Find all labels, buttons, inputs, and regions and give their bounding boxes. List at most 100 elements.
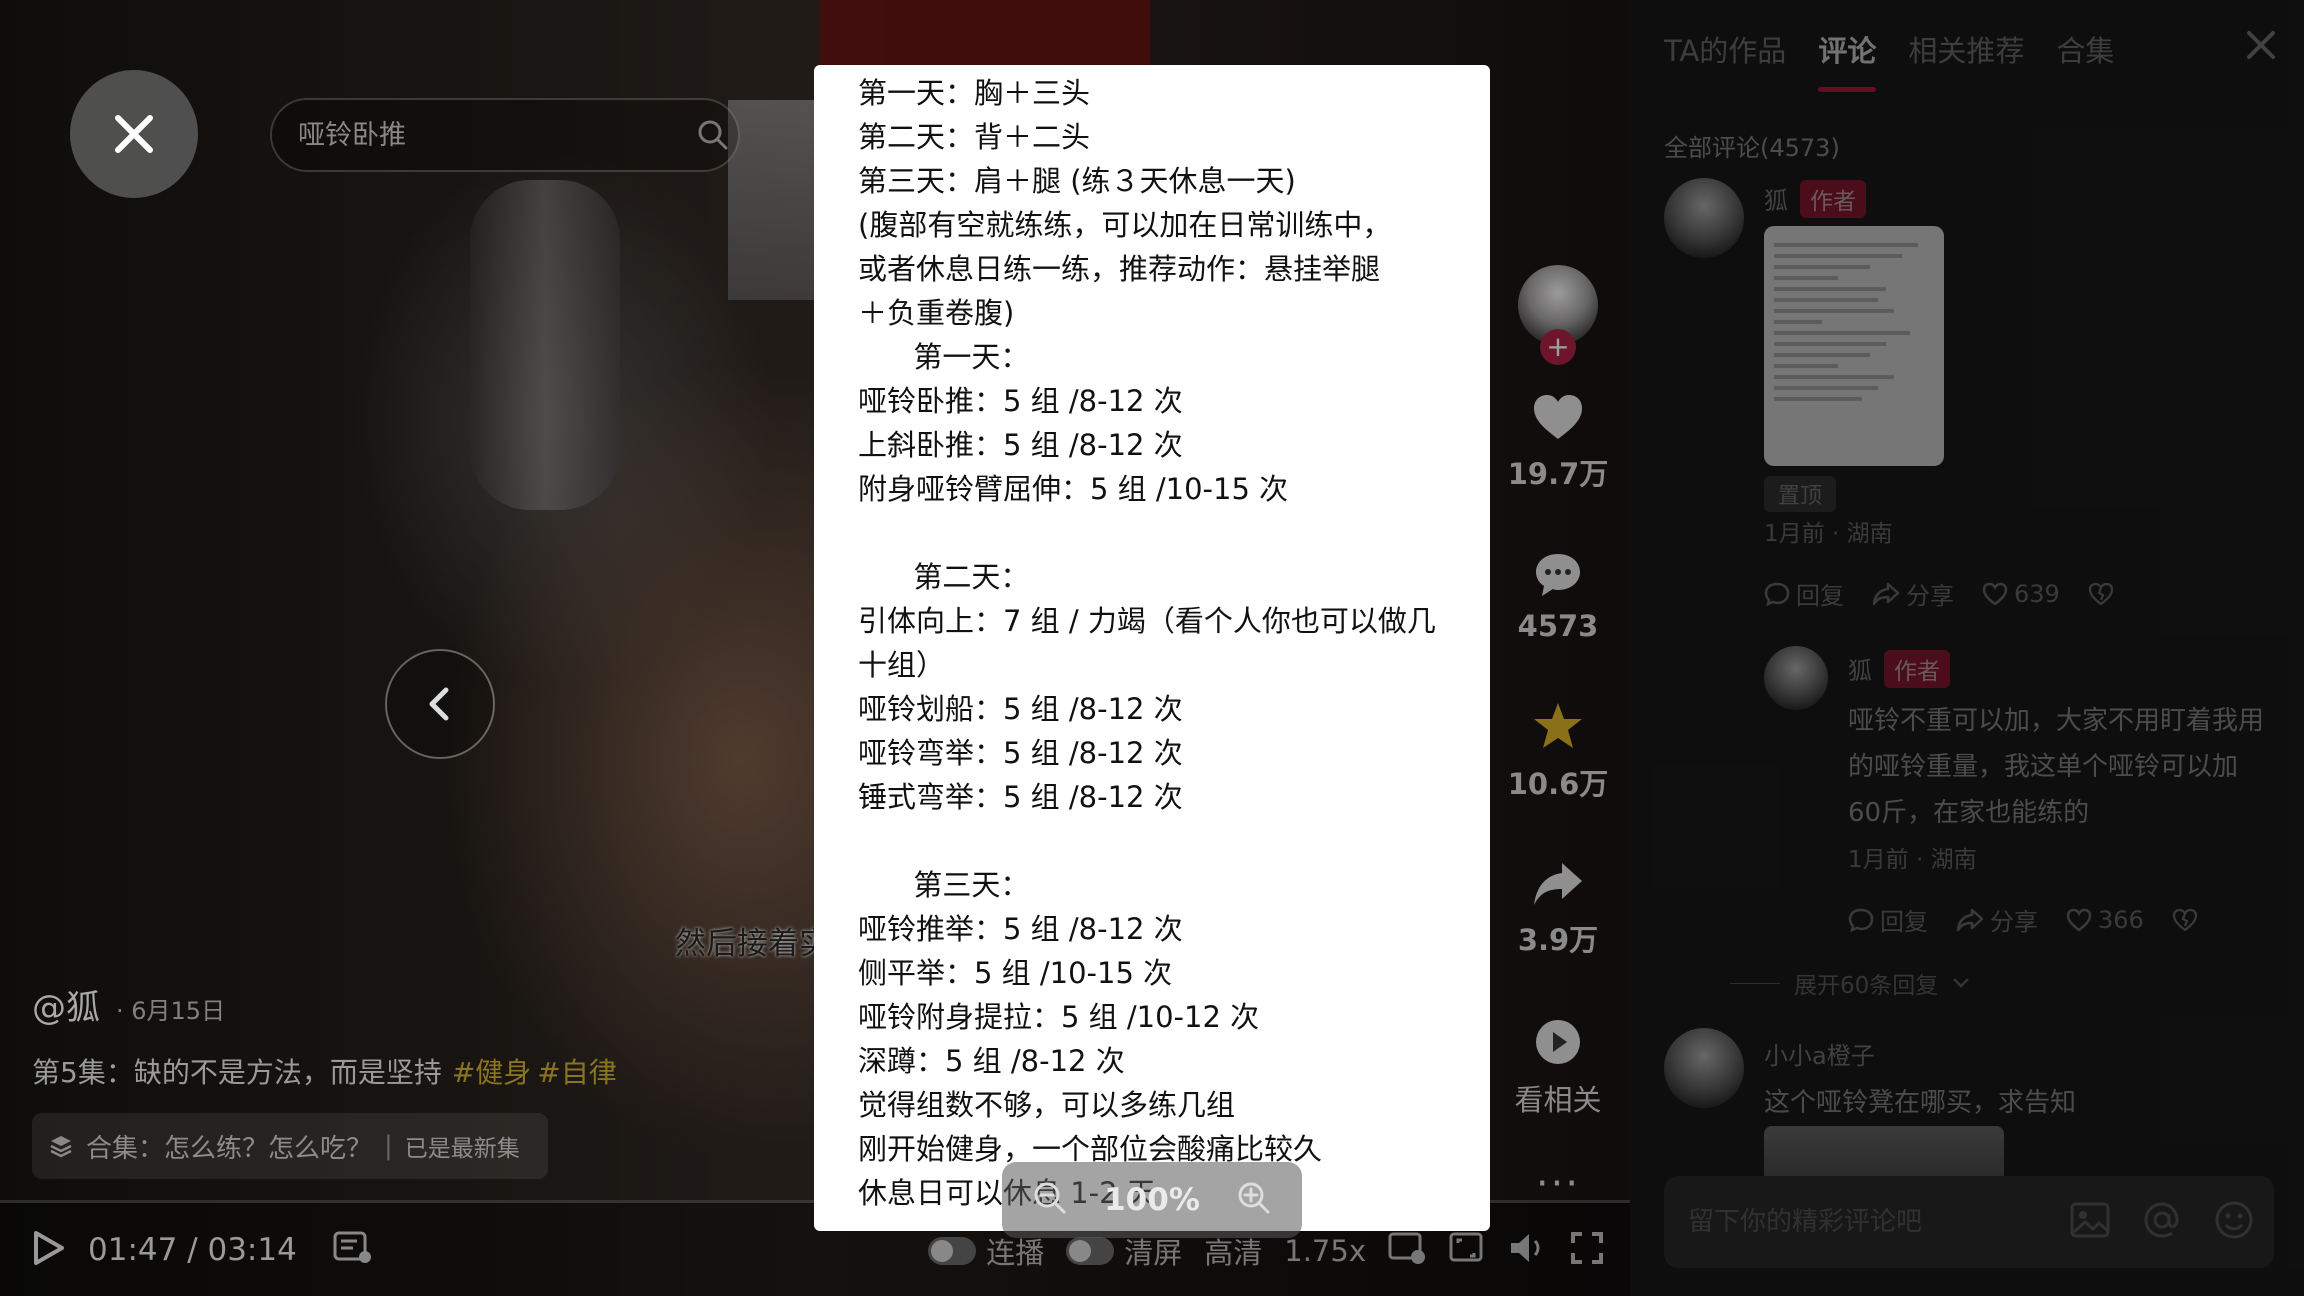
comment-image[interactable] [1764, 226, 1944, 466]
viewer-text-line: 引体向上：7 组 / 力竭（看个人你也可以做几 [858, 604, 1436, 638]
fullscreen-button[interactable] [1570, 1231, 1604, 1272]
image-icon [2070, 1202, 2110, 1238]
viewer-text-line: (腹部有空就练练，可以加在日常训练中， [858, 208, 1392, 242]
zoom-level: 100% [1104, 1182, 1200, 1218]
speed-selector[interactable]: 1.75x [1284, 1234, 1366, 1268]
hashtag[interactable]: #健身 [452, 1056, 531, 1089]
commenter-name[interactable]: 狐作者 [1764, 180, 1866, 218]
zoom-out-button[interactable] [1032, 1180, 1068, 1220]
viewer-text-line: 哑铃附身提拉：5 组 /10-12 次 [858, 1000, 1260, 1034]
dislike-icon [2088, 582, 2113, 605]
author-avatar[interactable]: + [1518, 265, 1598, 365]
search-bar[interactable] [270, 98, 740, 172]
divider [1730, 982, 1780, 984]
share-icon [1956, 908, 1984, 931]
close-panel-button[interactable] [2246, 30, 2276, 64]
post-date: · 6月15日 [116, 997, 226, 1025]
viewer-text-line: 哑铃弯举：5 组 /8-12 次 [858, 736, 1183, 770]
comment-count: 4573 [1517, 609, 1599, 643]
related-button[interactable]: 看相关 [1514, 1017, 1602, 1119]
author-name[interactable]: @狐 [32, 980, 100, 1029]
tab-works[interactable]: TA的作品 [1664, 28, 1786, 92]
toggle-switch[interactable] [928, 1237, 977, 1265]
viewer-text-line: 第一天：胸＋三头 [858, 76, 1091, 110]
fullscreen-icon [1571, 1231, 1603, 1264]
reply-button[interactable]: 回复 [1764, 576, 1844, 611]
heart-icon [1982, 582, 2008, 606]
tab-collection[interactable]: 合集 [2056, 28, 2114, 92]
favorite-button[interactable]: 10.6万 [1507, 701, 1609, 803]
search-input[interactable] [298, 119, 658, 151]
commenter-avatar[interactable] [1664, 178, 1744, 258]
commenter-avatar[interactable] [1764, 646, 1828, 710]
share-count: 3.9万 [1517, 923, 1599, 957]
like-button[interactable]: 19.7万 [1507, 393, 1609, 493]
commenter-name[interactable]: 小小a橙子 [1764, 1036, 1875, 1071]
side-panel: TA的作品 评论 相关推荐 合集 全部评论(4573) 狐作者 置顶 1月前 ·… [1630, 0, 2304, 1296]
comment-text: 哑铃不重可以加，大家不用盯着我用的哑铃重量，我这单个哑铃可以加60斤，在家也能练… [1848, 706, 2265, 828]
image-upload-button[interactable] [2068, 1198, 2112, 1246]
comment-icon [1536, 554, 1580, 596]
collection-status: 已是最新集 [404, 1136, 520, 1162]
commenter-name[interactable]: 狐作者 [1848, 650, 1950, 688]
comment-dislike-button[interactable] [2172, 908, 2198, 932]
tab-recommendations[interactable]: 相关推荐 [1908, 28, 2024, 92]
close-viewer-button[interactable] [70, 70, 198, 198]
close-icon [115, 115, 153, 153]
viewer-text-line: 附身哑铃臂屈伸：5 组 /10-15 次 [858, 472, 1289, 506]
image-viewer[interactable]: 第一天：胸＋三头 第二天：背＋二头 第三天：肩＋腿 (练３天休息一天) (腹部有空就练… [814, 65, 1490, 1231]
play-icon [34, 1230, 64, 1265]
danmaku-toggle[interactable] [333, 1231, 373, 1269]
comment-actions: 回复 分享 366 [1848, 902, 2198, 937]
favorite-count: 10.6万 [1507, 767, 1609, 801]
toggle-switch[interactable] [1066, 1237, 1115, 1265]
viewer-text-line: 侧平举：5 组 /10-15 次 [858, 956, 1173, 990]
commenter-avatar[interactable] [1664, 1028, 1744, 1108]
panel-tabs: TA的作品 评论 相关推荐 合集 [1664, 28, 2114, 92]
collection-link[interactable]: 合集：怎么练？怎么吃？ | 已是最新集 [32, 1113, 548, 1179]
emoji-button[interactable] [2212, 1198, 2256, 1246]
comment-input[interactable] [1688, 1207, 2048, 1237]
picture-in-picture-button[interactable] [1388, 1231, 1426, 1272]
viewer-document-text: 第一天：胸＋三头 第二天：背＋二头 第三天：肩＋腿 (练３天休息一天) (腹部有空就练… [858, 71, 1460, 1215]
play-circle-icon [1535, 1020, 1580, 1064]
viewer-text-line: 哑铃推举：5 组 /8-12 次 [858, 912, 1183, 946]
reply-icon [1848, 908, 1874, 932]
comment-like-button[interactable]: 366 [2066, 906, 2144, 934]
comment-like-button[interactable]: 639 [1982, 580, 2060, 608]
comment-dislike-button[interactable] [2088, 582, 2114, 606]
dislike-icon [2172, 908, 2197, 931]
viewer-text-line: 觉得组数不够，可以多练几组 [858, 1088, 1236, 1122]
comment-meta: 1月前 · 湖南 [1764, 521, 1893, 547]
comment-button[interactable]: 4573 [1517, 551, 1599, 643]
playback-time: 01:47 / 03:14 [88, 1231, 297, 1268]
expand-replies-button[interactable]: 展开60条回复 [1730, 966, 1970, 1000]
tab-comments[interactable]: 评论 [1818, 28, 1877, 92]
pinned-badge: 置顶 [1764, 476, 1837, 512]
zoom-in-button[interactable] [1236, 1180, 1272, 1220]
share-button[interactable]: 3.9万 [1518, 861, 1598, 959]
web-fullscreen-icon [1449, 1232, 1483, 1261]
play-button[interactable] [32, 1230, 66, 1270]
comment-input-bar[interactable] [1664, 1176, 2274, 1268]
hashtag[interactable]: #自律 [537, 1056, 616, 1089]
volume-button[interactable] [1508, 1231, 1548, 1272]
prev-image-button[interactable] [385, 649, 495, 759]
emoji-icon [2215, 1201, 2253, 1239]
divider: | [384, 1131, 393, 1161]
viewer-text-line: ＋负重卷腹) [858, 296, 1015, 330]
share-button[interactable]: 分享 [1872, 576, 1954, 611]
viewer-text-line [858, 511, 1460, 555]
pip-icon [1388, 1232, 1425, 1264]
reply-button[interactable]: 回复 [1848, 902, 1928, 937]
mention-button[interactable] [2140, 1198, 2184, 1246]
follow-button[interactable]: + [1540, 329, 1576, 365]
heart-icon [2066, 908, 2092, 932]
share-button[interactable]: 分享 [1956, 902, 2038, 937]
web-fullscreen-button[interactable] [1448, 1231, 1486, 1272]
zoom-controls: 100% [1002, 1162, 1302, 1238]
search-icon[interactable] [696, 118, 730, 156]
like-count: 19.7万 [1507, 457, 1609, 491]
viewer-text-line: 第三天： [858, 868, 1030, 902]
video-frame-dumbbell [470, 180, 620, 510]
